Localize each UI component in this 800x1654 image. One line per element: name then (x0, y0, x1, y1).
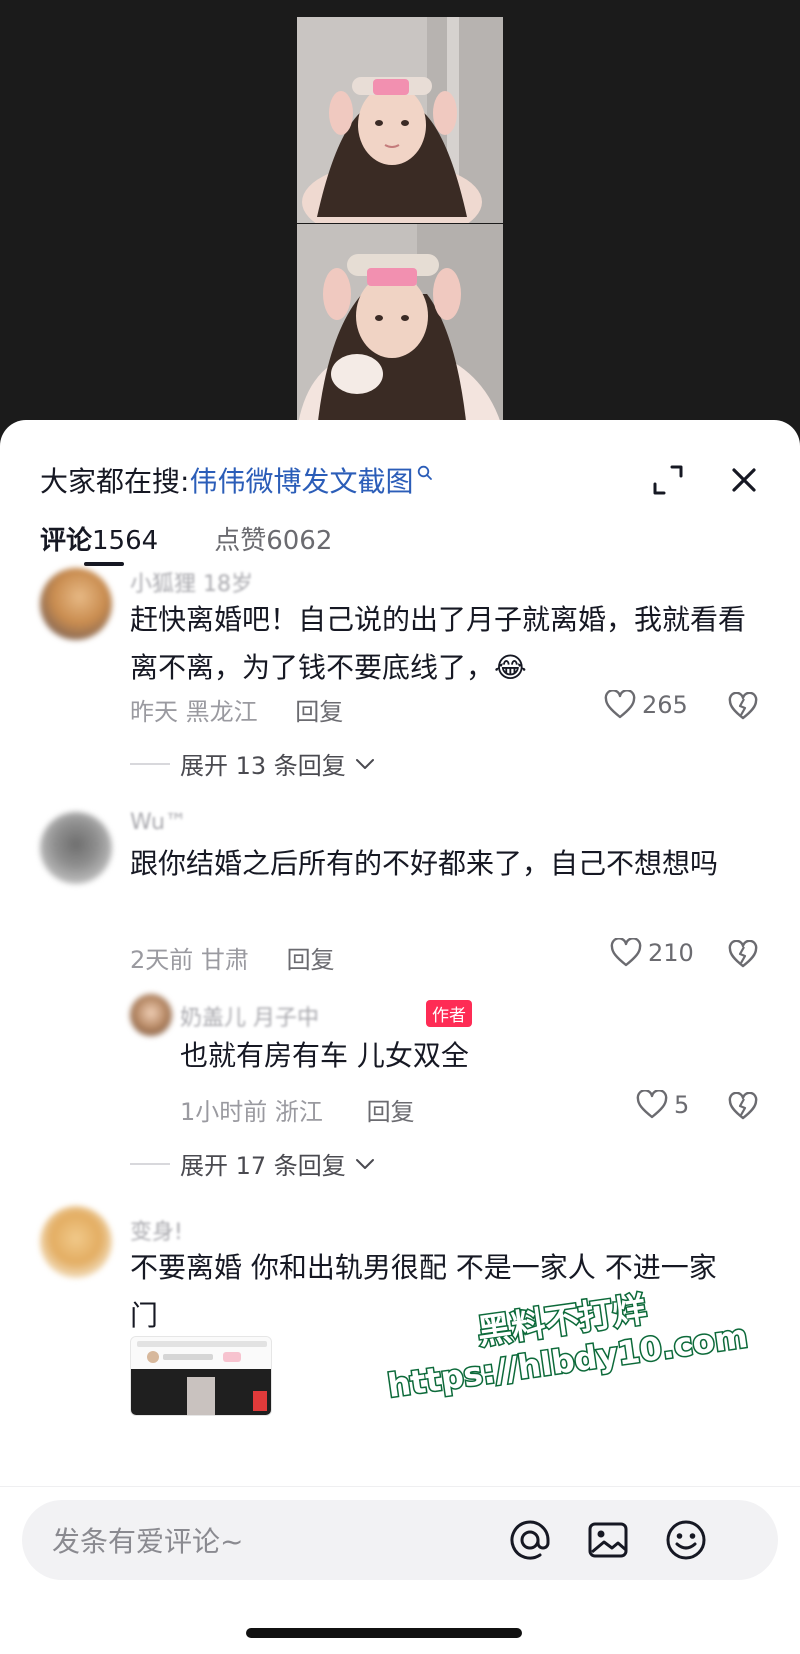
avatar[interactable] (40, 568, 112, 640)
close-icon[interactable] (726, 462, 762, 498)
divider (130, 762, 170, 765)
dislike-icon[interactable] (728, 691, 758, 722)
trending-search-bar[interactable]: 大家都在搜: 伟伟微博发文截图 (40, 460, 433, 500)
emoji-icon[interactable] (664, 1518, 708, 1562)
tab-comments-count: 1564 (92, 526, 159, 556)
fullscreen-expand-icon[interactable] (650, 462, 686, 498)
tab-likes-label: 点赞 (214, 526, 267, 556)
reply-text: 也就有房有车 儿女双全 (180, 1039, 469, 1072)
like-button[interactable]: 265 (604, 690, 688, 720)
reply-button[interactable]: 回复 (287, 946, 335, 974)
comment-tabs: 评论1564 点赞6062 (40, 520, 388, 568)
reply-location: 浙江 (274, 1098, 323, 1126)
heart-icon (610, 938, 642, 967)
tab-likes-count: 6062 (266, 526, 333, 556)
like-button[interactable]: 210 (610, 938, 694, 968)
comment-location: 黑龙江 (185, 698, 258, 726)
tab-comments-label: 评论 (40, 526, 93, 556)
reply-username[interactable]: 奶盖儿 月子中 (180, 1000, 319, 1032)
like-count: 265 (642, 691, 688, 719)
like-count: 5 (674, 1091, 690, 1119)
expand-replies-button[interactable]: 展开 13 条回复 (130, 746, 376, 781)
tab-comments[interactable]: 评论1564 (40, 520, 158, 557)
divider (0, 1486, 800, 1487)
expand-replies-label: 展开 13 条回复 (180, 752, 346, 780)
reply-time: 1小时前 (180, 1098, 268, 1126)
comment-input[interactable]: 发条有爱评论~ (52, 1520, 243, 1560)
heart-icon (604, 690, 636, 719)
avatar[interactable] (40, 1206, 112, 1278)
video-frame-top (297, 17, 503, 223)
home-indicator[interactable] (246, 1628, 522, 1638)
comment-time: 2天前 (130, 946, 194, 974)
reply-meta: 1小时前 浙江 回复 (180, 1092, 415, 1127)
video-frame-bottom (297, 224, 503, 430)
comment-meta: 2天前 甘肃 回复 (130, 940, 335, 975)
comment-username[interactable]: Wu™ (130, 810, 187, 835)
comment-meta: 昨天 黑龙江 回复 (130, 692, 343, 727)
chevron-down-icon (355, 1158, 374, 1169)
like-count: 210 (648, 939, 694, 967)
comment-text: 赶快离婚吧！自己说的出了月子就离婚，我就看看离不离，为了钱不要底线了，😂 (130, 603, 747, 684)
comment-image-attachment[interactable] (130, 1336, 272, 1416)
comment-text: 跟你结婚之后所有的不好都来了，自己不想想吗 (130, 847, 719, 880)
reply-avatar[interactable] (130, 994, 172, 1036)
image-icon[interactable] (586, 1518, 630, 1562)
divider (130, 1162, 170, 1165)
comments-panel: 大家都在搜: 伟伟微博发文截图 评论1564 点赞6062 小狐狸 18岁 赶快… (0, 420, 800, 1654)
at-icon[interactable] (508, 1518, 552, 1562)
chevron-down-icon (355, 758, 374, 769)
expand-replies-button[interactable]: 展开 17 条回复 (130, 1146, 376, 1181)
comment-username[interactable]: 小狐狸 18岁 (130, 566, 253, 598)
tab-likes[interactable]: 点赞6062 (214, 520, 332, 557)
tab-active-indicator (84, 562, 124, 566)
dislike-icon[interactable] (728, 939, 758, 970)
avatar[interactable] (40, 812, 112, 884)
heart-icon (636, 1090, 668, 1119)
comment-location: 甘肃 (200, 946, 249, 974)
reply-username-text: 奶盖儿 月子中 (180, 1006, 319, 1031)
author-badge: 作者 (426, 1000, 472, 1027)
reply-button[interactable]: 回复 (295, 698, 343, 726)
expand-replies-label: 展开 17 条回复 (180, 1152, 346, 1180)
video-player[interactable] (0, 0, 800, 440)
trending-search-prefix: 大家都在搜: (40, 465, 190, 498)
search-icon (417, 462, 433, 486)
reply-button[interactable]: 回复 (367, 1098, 415, 1126)
comment-time: 昨天 (130, 698, 178, 726)
comment-input-bar[interactable]: 发条有爱评论~ (22, 1500, 778, 1580)
comment-username[interactable]: 变身! (130, 1214, 183, 1246)
like-button[interactable]: 5 (636, 1090, 689, 1120)
dislike-icon[interactable] (728, 1091, 758, 1122)
trending-search-term[interactable]: 伟伟微博发文截图 (189, 460, 413, 500)
